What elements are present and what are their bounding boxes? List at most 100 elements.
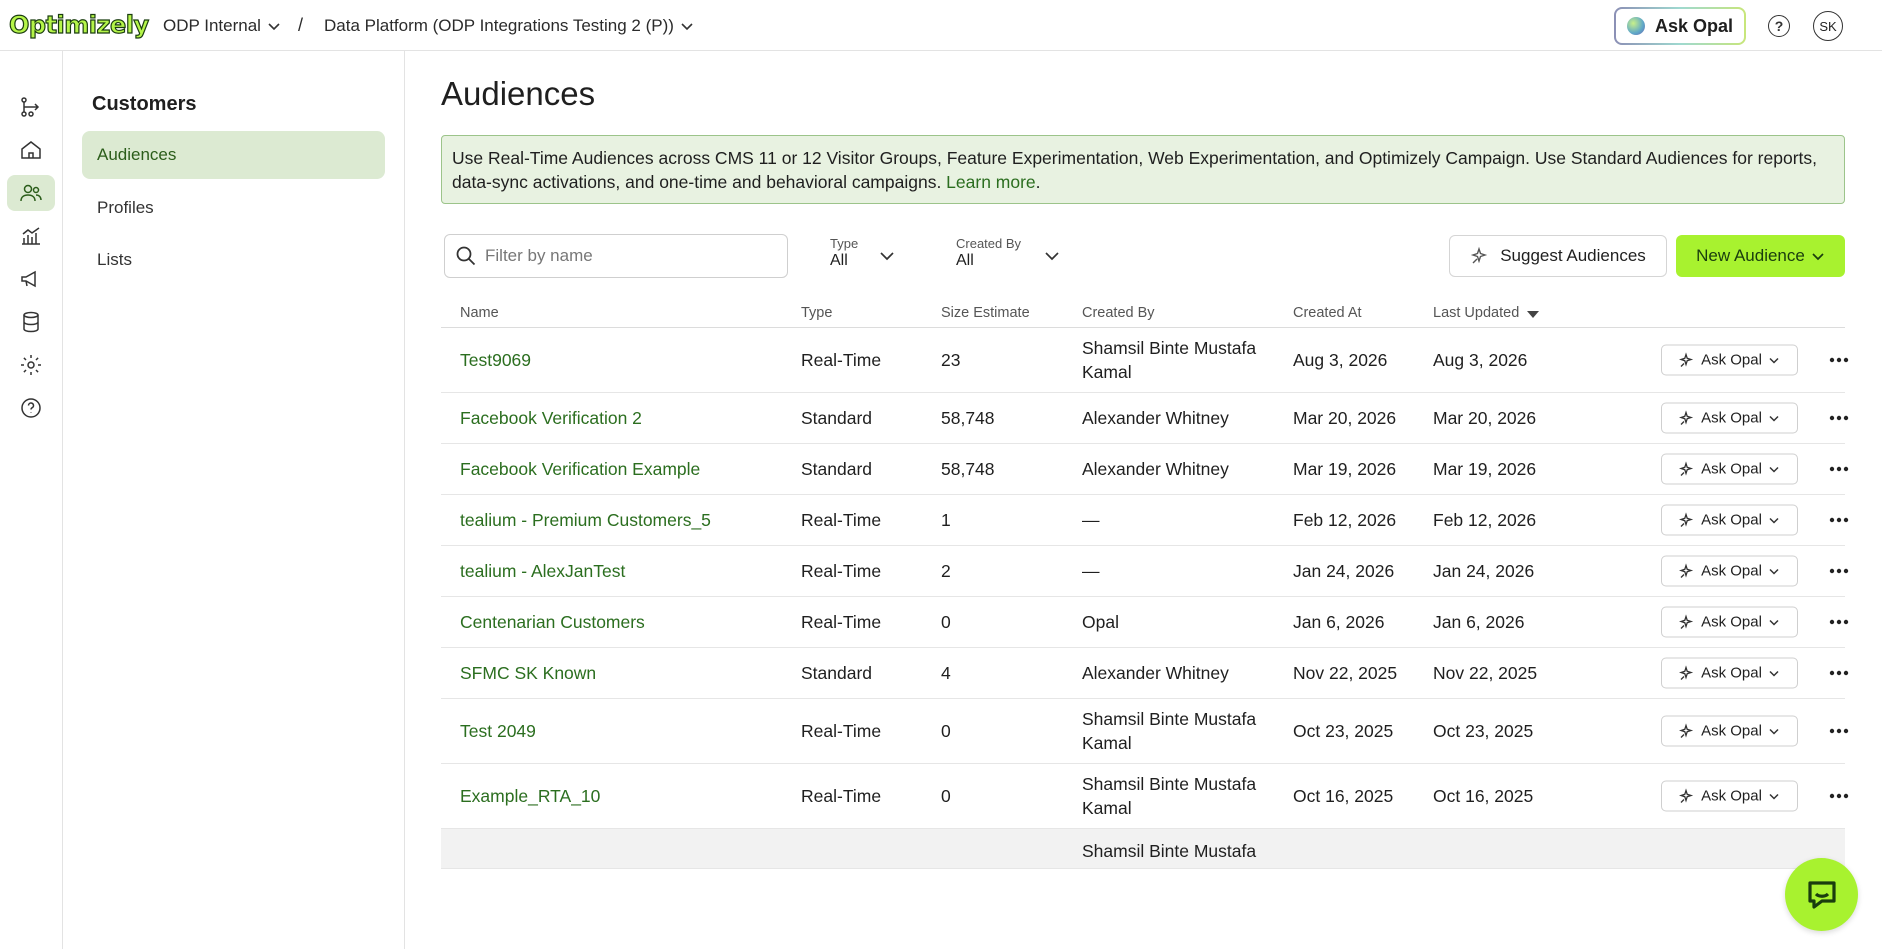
table-row[interactable]: tealium - Premium Customers_5 Real-Time 1 —… bbox=[441, 495, 1849, 546]
more-options-icon[interactable] bbox=[1827, 508, 1851, 532]
row-name[interactable]: Centenarian Customers bbox=[460, 610, 645, 634]
table-row[interactable]: Test 2049 Real-Time 0 Shamsil Binte Mustafa… bbox=[441, 699, 1849, 764]
row-ask-opal-button[interactable]: Ask Opal bbox=[1661, 504, 1798, 536]
ellipsis-icon bbox=[1829, 568, 1849, 574]
row-last-updated: Oct 23, 2025 bbox=[1433, 721, 1534, 741]
subnav-title: Customers bbox=[92, 93, 197, 115]
row-name[interactable]: Facebook Verification 2 bbox=[460, 406, 642, 430]
row-ask-opal-button[interactable]: Ask Opal bbox=[1661, 606, 1798, 638]
rail-analytics[interactable] bbox=[7, 218, 55, 254]
row-ask-opal-button[interactable]: Ask Opal bbox=[1661, 402, 1798, 434]
row-name[interactable]: Test 2049 bbox=[460, 719, 536, 743]
ellipsis-icon bbox=[1829, 517, 1849, 523]
rail-flow[interactable] bbox=[7, 89, 55, 125]
avatar[interactable]: SK bbox=[1813, 11, 1843, 41]
row-created-at: Oct 23, 2025 bbox=[1293, 721, 1394, 741]
filter-input[interactable] bbox=[485, 246, 775, 266]
row-ask-opal-button[interactable]: Ask Opal bbox=[1661, 453, 1798, 485]
row-ask-opal-label: Ask Opal bbox=[1701, 613, 1762, 631]
type-filter-dropdown[interactable]: Type All bbox=[830, 236, 900, 270]
rail-settings[interactable] bbox=[7, 347, 55, 383]
row-name[interactable]: Test9069 bbox=[460, 348, 531, 372]
row-type: Real-Time bbox=[801, 561, 882, 581]
chevron-down-icon bbox=[880, 252, 894, 261]
row-ask-opal-button[interactable]: Ask Opal bbox=[1661, 715, 1798, 747]
row-name[interactable]: tealium - AlexJanTest bbox=[460, 559, 625, 583]
search-icon bbox=[456, 246, 476, 266]
filter-field[interactable] bbox=[444, 234, 788, 278]
subnav-item-audiences[interactable]: Audiences bbox=[82, 131, 385, 179]
row-size: 58,748 bbox=[941, 459, 995, 479]
more-options-icon[interactable] bbox=[1827, 406, 1851, 430]
opal-orb-icon bbox=[1626, 17, 1645, 35]
learn-more-link[interactable]: Learn more bbox=[946, 172, 1036, 192]
table-row[interactable]: Shamsil Binte Mustafa bbox=[441, 829, 1845, 869]
flow-icon bbox=[21, 97, 40, 117]
help-icon[interactable]: ? bbox=[1768, 15, 1790, 37]
chevron-down-icon bbox=[1769, 517, 1779, 524]
table-row[interactable]: Centenarian Customers Real-Time 0 Opal Jan 6… bbox=[441, 597, 1849, 648]
column-header-name[interactable]: Name bbox=[460, 305, 499, 321]
more-options-icon[interactable] bbox=[1827, 610, 1851, 634]
suggest-audiences-button[interactable]: Suggest Audiences bbox=[1449, 235, 1667, 277]
more-options-icon[interactable] bbox=[1827, 719, 1851, 743]
table-row[interactable]: tealium - AlexJanTest Real-Time 2 — Jan 24, … bbox=[441, 546, 1849, 597]
row-ask-opal-button[interactable]: Ask Opal bbox=[1661, 657, 1798, 689]
rail-help[interactable] bbox=[7, 390, 55, 426]
database-icon bbox=[23, 311, 39, 333]
table-row[interactable]: SFMC SK Known Standard 4 Alexander Whitney N… bbox=[441, 648, 1849, 699]
org-switcher[interactable]: ODP Internal bbox=[163, 16, 281, 36]
info-banner: Use Real-Time Audiences across CMS 11 or… bbox=[441, 135, 1845, 204]
column-header-last-updated[interactable]: Last Updated bbox=[1433, 305, 1540, 321]
project-switcher[interactable]: Data Platform (ODP Integrations Testing … bbox=[324, 16, 694, 36]
row-ask-opal-label: Ask Opal bbox=[1701, 722, 1762, 740]
created-by-filter-dropdown[interactable]: Created By All bbox=[956, 236, 1066, 270]
subnav-item-profiles[interactable]: Profiles bbox=[82, 184, 385, 232]
chat-button[interactable] bbox=[1785, 858, 1858, 931]
column-header-size[interactable]: Size Estimate bbox=[941, 305, 1030, 321]
column-header-created-at[interactable]: Created At bbox=[1293, 305, 1362, 321]
more-options-icon[interactable] bbox=[1827, 661, 1851, 685]
table-row[interactable]: Test9069 Real-Time 23 Shamsil Binte Mustafa… bbox=[441, 328, 1849, 393]
column-header-last-updated-label: Last Updated bbox=[1433, 305, 1520, 321]
customers-icon bbox=[20, 184, 42, 202]
row-size: 2 bbox=[941, 561, 951, 581]
sparkle-icon bbox=[1679, 723, 1694, 738]
table-row[interactable]: Facebook Verification Example Standard 58,… bbox=[441, 444, 1849, 495]
sort-desc-icon bbox=[1527, 310, 1540, 318]
row-ask-opal-button[interactable]: Ask Opal bbox=[1661, 780, 1798, 812]
icon-rail bbox=[0, 51, 63, 949]
row-created-by: Opal bbox=[1082, 612, 1119, 632]
row-created-at: Mar 20, 2026 bbox=[1293, 408, 1397, 428]
rail-database[interactable] bbox=[7, 304, 55, 340]
subnav-item-lists[interactable]: Lists bbox=[82, 236, 385, 284]
rail-customers[interactable] bbox=[7, 175, 55, 211]
sparkle-icon bbox=[1679, 614, 1694, 629]
new-audience-button[interactable]: New Audience bbox=[1676, 235, 1845, 277]
rail-campaigns[interactable] bbox=[7, 261, 55, 297]
project-name: Data Platform (ODP Integrations Testing … bbox=[324, 16, 674, 35]
more-options-icon[interactable] bbox=[1827, 348, 1851, 372]
row-created-by: Shamsil Binte Mustafa Kamal bbox=[1082, 774, 1257, 818]
table-row[interactable]: Facebook Verification 2 Standard 58,748 Ale… bbox=[441, 393, 1849, 444]
ellipsis-icon bbox=[1829, 728, 1849, 734]
row-name[interactable]: Facebook Verification Example bbox=[460, 457, 700, 481]
more-options-icon[interactable] bbox=[1827, 559, 1851, 583]
optimizely-logo[interactable]: Optimizely bbox=[8, 10, 149, 39]
row-name[interactable]: SFMC SK Known bbox=[460, 661, 596, 685]
more-options-icon[interactable] bbox=[1827, 457, 1851, 481]
row-ask-opal-button[interactable]: Ask Opal bbox=[1661, 555, 1798, 587]
home-icon bbox=[21, 141, 41, 159]
ellipsis-icon bbox=[1829, 466, 1849, 472]
more-options-icon[interactable] bbox=[1827, 784, 1851, 808]
table-row[interactable]: Example_RTA_10 Real-Time 0 Shamsil Binte Mu… bbox=[441, 764, 1849, 829]
row-ask-opal-button[interactable]: Ask Opal bbox=[1661, 344, 1798, 376]
column-header-created-by[interactable]: Created By bbox=[1082, 305, 1155, 321]
column-header-type[interactable]: Type bbox=[801, 305, 832, 321]
ask-opal-button[interactable]: Ask Opal bbox=[1614, 7, 1746, 45]
row-name[interactable]: Example_RTA_10 bbox=[460, 784, 600, 808]
rail-home[interactable] bbox=[7, 132, 55, 168]
ellipsis-icon bbox=[1829, 670, 1849, 676]
row-last-updated: Aug 3, 2026 bbox=[1433, 350, 1528, 370]
row-name[interactable]: tealium - Premium Customers_5 bbox=[460, 508, 711, 532]
